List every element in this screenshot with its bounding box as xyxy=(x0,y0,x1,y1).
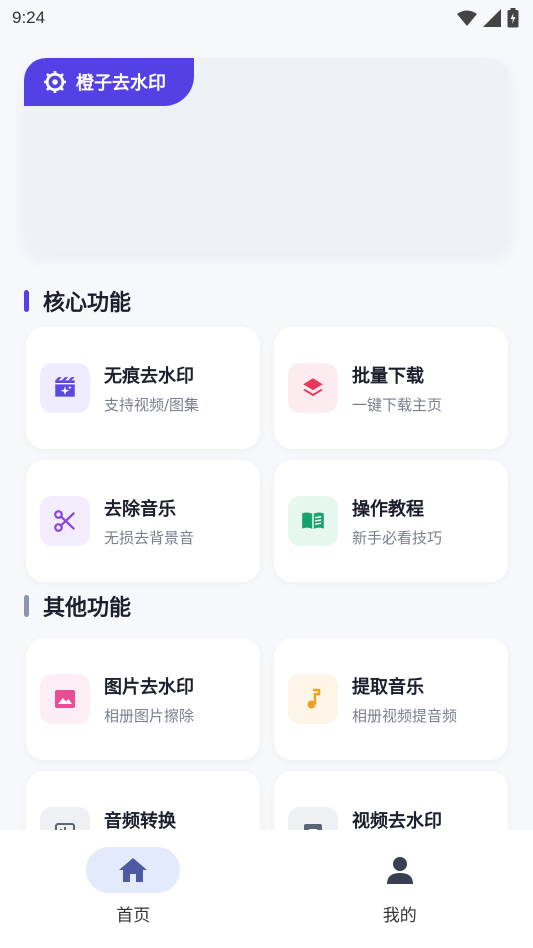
card-subtitle: 相册视频提音频 xyxy=(352,706,458,725)
section-accent-bar xyxy=(24,290,29,312)
card-title: 无痕去水印 xyxy=(104,365,194,387)
book-icon xyxy=(288,496,338,546)
banner-tag: 橙子去水印 xyxy=(24,58,194,106)
card-title: 批量下载 xyxy=(352,365,424,387)
card-image-watermark[interactable]: 图片去水印 相册图片擦除 xyxy=(26,638,260,760)
music-note-icon xyxy=(288,674,338,724)
card-subtitle: 一键下载主页 xyxy=(352,395,443,414)
status-icons xyxy=(457,8,519,28)
card-remove-music[interactable]: 去除音乐 无损去背景音 xyxy=(26,460,260,582)
signal-icon xyxy=(483,9,501,27)
nav-item-mine[interactable]: 我的 xyxy=(267,830,533,948)
wifi-icon xyxy=(457,10,477,26)
card-subtitle: 新手必看技巧 xyxy=(352,528,443,547)
card-title: 图片去水印 xyxy=(104,676,194,698)
nav-active-pill xyxy=(86,847,181,893)
card-title: 操作教程 xyxy=(352,498,424,520)
clapperboard-icon xyxy=(40,363,90,413)
card-tutorial[interactable]: 操作教程 新手必看技巧 xyxy=(274,460,508,582)
nav-item-home[interactable]: 首页 xyxy=(0,830,267,948)
card-subtitle: 支持视频/图集 xyxy=(104,395,200,414)
banner[interactable]: 橙子去水印 xyxy=(24,58,510,254)
nav-label-mine: 我的 xyxy=(382,906,417,926)
bottom-nav: 首页 我的 xyxy=(0,830,533,948)
card-extract-music[interactable]: 提取音乐 相册视频提音频 xyxy=(274,638,508,760)
card-title: 去除音乐 xyxy=(104,498,176,520)
card-batch-download[interactable]: 批量下载 一键下载主页 xyxy=(274,327,508,449)
card-watermark-removal[interactable]: 无痕去水印 支持视频/图集 xyxy=(26,327,260,449)
scissors-icon xyxy=(40,496,90,546)
nav-icon-wrap xyxy=(353,847,447,893)
nav-label-home: 首页 xyxy=(116,906,151,926)
status-bar: 9:24 xyxy=(0,0,533,36)
status-time: 9:24 xyxy=(12,8,46,27)
section-header-core: 核心功能 xyxy=(24,286,131,316)
card-subtitle: 无损去背景音 xyxy=(104,528,195,547)
section-title-other: 其他功能 xyxy=(43,596,132,621)
card-subtitle: 相册图片擦除 xyxy=(104,706,195,725)
layers-icon xyxy=(288,363,338,413)
home-icon xyxy=(119,858,148,882)
battery-icon xyxy=(507,8,519,28)
section-title-core: 核心功能 xyxy=(43,291,132,316)
person-icon xyxy=(386,857,413,884)
settings-icon xyxy=(44,71,66,93)
banner-title: 橙子去水印 xyxy=(76,73,166,94)
section-accent-bar xyxy=(24,595,29,617)
card-title: 提取音乐 xyxy=(352,676,424,698)
section-header-other: 其他功能 xyxy=(24,591,131,621)
image-icon xyxy=(40,674,90,724)
